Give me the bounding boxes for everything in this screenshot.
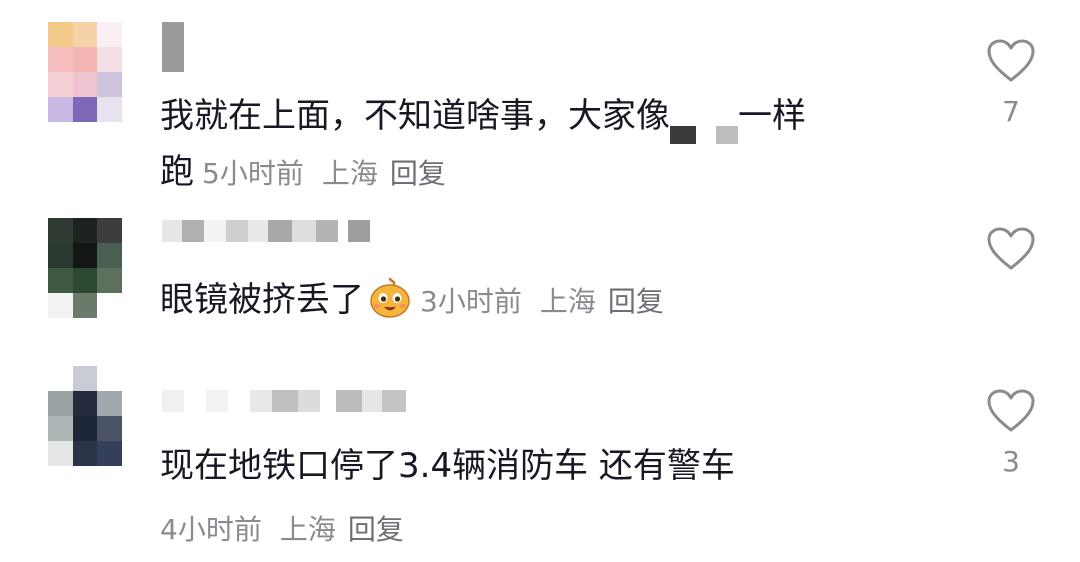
avatar[interactable] — [48, 366, 122, 466]
like-count: 3 — [1002, 445, 1020, 478]
comment-text: 眼镜被挤丢了 3小时前 上海 回复 — [160, 272, 664, 330]
like-button[interactable]: 3 — [984, 388, 1038, 480]
comment-location: 上海 — [279, 513, 336, 546]
reply-button[interactable]: 回复 — [390, 157, 446, 190]
username-redacted[interactable] — [162, 22, 184, 72]
avatar[interactable] — [48, 218, 122, 318]
heart-outline-icon — [987, 227, 1035, 270]
comment-time: 4小时前 — [160, 513, 262, 546]
heart-outline-icon — [987, 39, 1035, 82]
avatar[interactable] — [48, 22, 122, 122]
like-count: 7 — [1002, 95, 1020, 128]
comment-text-line2: 跑 5小时前 上海 回复 — [160, 152, 446, 192]
reply-button[interactable]: 回复 — [608, 285, 664, 318]
comment-meta: 4小时前 上海 回复 — [160, 502, 404, 558]
comment-text: 现在地铁口停了3.4辆消防车 还有警车 — [160, 446, 735, 486]
heart-outline-icon — [987, 389, 1035, 432]
comment-time: 5小时前 — [202, 157, 304, 190]
smiling-face-emoji — [370, 277, 410, 318]
username-redacted[interactable] — [162, 220, 370, 242]
username-redacted[interactable] — [162, 390, 406, 412]
like-button[interactable] — [984, 226, 1038, 318]
comment-location: 上海 — [321, 157, 378, 190]
comment-item: 我就在上面，不知道啥事，大家像 一样 跑 5小时前 上海 回复 7 — [0, 0, 1080, 200]
comment-item: 眼镜被挤丢了 3小时前 上海 回复 — [0, 200, 1080, 360]
comment-text: 我就在上面，不知道啥事，大家像 一样 — [160, 88, 806, 144]
like-button[interactable]: 7 — [984, 38, 1038, 130]
reply-button[interactable]: 回复 — [348, 513, 404, 546]
redacted-word — [670, 105, 738, 144]
comment-location: 上海 — [539, 285, 596, 318]
like-count — [984, 282, 1038, 318]
comment-item: 现在地铁口停了3.4辆消防车 还有警车 4小时前 上海 回复 3 — [0, 360, 1080, 562]
comment-time: 3小时前 — [420, 285, 522, 318]
